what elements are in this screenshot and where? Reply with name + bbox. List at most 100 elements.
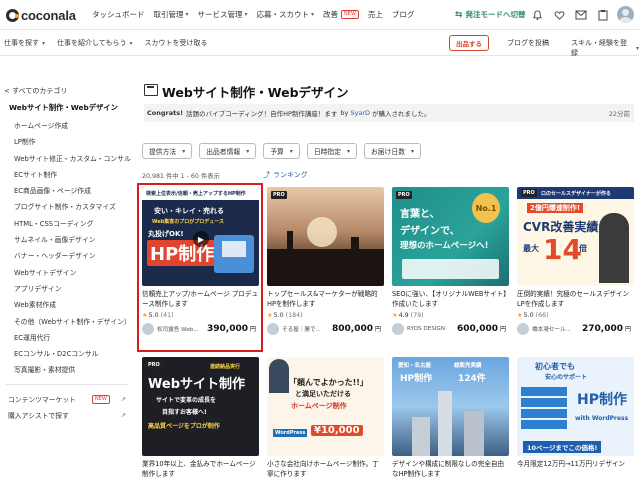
sidebar-subcategory-item[interactable]: HTML・CSSコーディング xyxy=(14,218,131,234)
sidebar-subcategory-item[interactable]: 写真撮影・素材提供 xyxy=(14,364,131,380)
switch-to-buyer-mode-button[interactable]: ⇆ 発注モードへ切替 xyxy=(455,9,526,20)
secondary-nav: 仕事を探す ▾ 仕事を紹介してもらう ▾ スカウトを受け取る 出品する ブログを投稿… xyxy=(0,30,639,58)
new-badge: NEW xyxy=(341,10,359,19)
service-title[interactable]: SEOに強い、【オリジナルWEBサイト】作成いたします xyxy=(392,290,509,309)
service-thumbnail[interactable]: 「頼んでよかった!!」 と満足いただける ホームページ制作 WordPress … xyxy=(267,357,384,456)
service-title[interactable]: 圧倒的実績！究極のセールスデザインLPを作成します xyxy=(517,290,634,309)
sidebar-subcategory-item[interactable]: LP制作 xyxy=(14,136,131,152)
service-title[interactable]: デザインや構成に制限なしの完全自由なHP制作します xyxy=(392,460,509,479)
rating-value: 5.0 xyxy=(273,312,284,319)
service-card[interactable]: PRO トップセールス&マーケターが戦略的HPを制作します ★ 5.0 (184) … xyxy=(267,187,384,336)
thumb-text: 倍 xyxy=(579,244,587,253)
notice-user-link[interactable]: SyarD xyxy=(350,109,370,117)
filter-dropdown[interactable]: お届け日数 ▾ xyxy=(364,143,422,159)
swap-icon: ⇆ xyxy=(455,9,463,20)
feature-tags xyxy=(521,387,567,433)
service-title[interactable]: 業界10年以上、金払みでホームページ制作します xyxy=(142,460,259,479)
thumb-text: 高品質ページをプロが制作 xyxy=(148,423,220,430)
sidebar-subcategory-item[interactable]: サムネイル・画像デザイン xyxy=(14,234,131,250)
thumb-text: 総販売実績 xyxy=(454,363,482,369)
seller-name[interactable]: RYOS DESIGN xyxy=(407,326,453,332)
purchase-assist-link[interactable]: 購入アシストで探す ↗ xyxy=(8,410,126,421)
service-title[interactable]: 今月限定12万円→11万円リデザイン xyxy=(517,460,634,479)
logo[interactable]: coconala xyxy=(6,7,76,23)
sidebar-subcategory-item[interactable]: ECコンサル・D2Cコンサル xyxy=(14,348,131,364)
service-title[interactable]: 小さな会社向けホームページ制作。丁寧に作ります xyxy=(267,460,384,479)
service-thumbnail[interactable]: 愛知・名古屋 総販売実績 HP制作 124件 xyxy=(392,357,509,456)
sidebar-subcategory-item[interactable]: EC運用代行 xyxy=(14,332,131,348)
price-unit: 円 xyxy=(625,326,632,333)
service-thumbnail[interactable]: PRO xyxy=(267,187,384,286)
publish-button[interactable]: 出品する xyxy=(449,35,489,51)
service-title[interactable]: トップセールス&マーケターが戦略的HPを制作します xyxy=(267,290,384,309)
sidebar-subcategory-item[interactable]: Webサイト修正・カスタム・コンサル xyxy=(14,153,131,169)
service-card[interactable]: PRO 連続納品実行 Webサイト制作 サイトで変革の成長を 目指すお客様へ! … xyxy=(142,357,259,479)
filter-bar: 提供方法 ▾ 出品者情報 ▾ 予算 ▾ 日時指定 ▾ お届け日数 ▾ xyxy=(142,143,428,159)
sidebar-subcategory-item[interactable]: EC商品画像・ページ作成 xyxy=(14,185,131,201)
thumb-text: WordPress xyxy=(273,429,308,437)
service-thumbnail[interactable]: PRO ロのセールスデザイナーが作る 2億円爆速制作! CVR改善実績 最大 1… xyxy=(517,187,634,286)
price: 600,000 円 xyxy=(457,324,506,334)
post-blog-link[interactable]: ブログを投稿 xyxy=(507,38,549,48)
find-jobs-menu[interactable]: 仕事を探す ▾ xyxy=(4,38,45,48)
bell-icon[interactable] xyxy=(530,8,544,22)
menu-label: 仕事を紹介してもらう xyxy=(57,39,127,47)
sidebar-current-category[interactable]: Webサイト制作・Webデザイン xyxy=(9,103,118,113)
seller-avatar[interactable] xyxy=(517,323,529,335)
nav-transactions[interactable]: 取引管理 ▾ xyxy=(154,9,189,20)
nav-services[interactable]: サービス管理 ▾ xyxy=(198,9,248,20)
filter-dropdown[interactable]: 日時指定 ▾ xyxy=(306,143,358,159)
sidebar-subcategory-item[interactable]: Webサイトデザイン xyxy=(14,267,131,283)
top-header: coconala タッシュボード 取引管理 ▾ サービス管理 ▾ 応募・スカウト ▾ … xyxy=(0,0,639,30)
all-categories-link[interactable]: < すべてのカテゴリ xyxy=(4,86,67,96)
nav-improve[interactable]: 改善 NEW xyxy=(323,9,359,20)
chevron-down-icon: ▾ xyxy=(129,39,133,47)
sidebar-subcategory-item[interactable]: Web素材作成 xyxy=(14,299,131,315)
notice-text[interactable]: 話題のバイブコーディング！自作HP制作講座！ます xyxy=(186,108,337,118)
seller-avatar[interactable] xyxy=(267,323,279,335)
sidebar-subcategory-item[interactable]: ホームページ作成 xyxy=(14,120,131,136)
sidebar-subcategory-item[interactable]: アプリデザイン xyxy=(14,283,131,299)
nav-dashboard[interactable]: タッシュボード xyxy=(92,9,145,20)
price-unit: 円 xyxy=(375,326,382,333)
nav-label: タッシュボード xyxy=(92,10,145,19)
nav-blog[interactable]: ブログ xyxy=(392,9,415,20)
register-skills-menu[interactable]: スキル・経験を登録 ▾ xyxy=(571,38,639,58)
service-thumbnail[interactable]: 初心者でも 安心のサポート HP制作 with WordPress 10ページま… xyxy=(517,357,634,456)
star-icon: ★ xyxy=(517,312,523,319)
service-thumbnail[interactable]: PRO 連続納品実行 Webサイト制作 サイトで変革の成長を 目指すお客様へ! … xyxy=(142,357,259,456)
sidebar-subcategory-item[interactable]: バナー・ヘッダーデザイン xyxy=(14,250,131,266)
heart-icon[interactable] xyxy=(552,8,566,22)
sidebar-subcategory-item[interactable]: ブログサイト制作・カスタマイズ xyxy=(14,201,131,217)
nav-sales[interactable]: 売上 xyxy=(368,9,383,20)
service-card[interactable]: PRO 言葉と、 デザインで、 理想のホームページへ! No.1 SEOに強い、… xyxy=(392,187,509,336)
nav-applications[interactable]: 応募・スカウト ▾ xyxy=(257,9,315,20)
service-card[interactable]: 初心者でも 安心のサポート HP制作 with WordPress 10ページま… xyxy=(517,357,634,479)
service-thumbnail[interactable]: PRO 言葉と、 デザインで、 理想のホームページへ! No.1 xyxy=(392,187,509,286)
purchase-assist-label: 購入アシストで探す xyxy=(8,412,69,420)
avatar[interactable] xyxy=(617,6,634,23)
get-referred-menu[interactable]: 仕事を紹介してもらう ▾ xyxy=(57,38,132,48)
filter-dropdown[interactable]: 提供方法 ▾ xyxy=(142,143,193,159)
service-card[interactable]: PRO ロのセールスデザイナーが作る 2億円爆速制作! CVR改善実績 最大 1… xyxy=(517,187,634,336)
seller-name[interactable]: 橋本凝セール... xyxy=(532,325,578,333)
review-count: (184) xyxy=(285,312,303,319)
sidebar-subcategory-item[interactable]: その他（Webサイト制作・デザイン） xyxy=(14,316,131,332)
price: 270,000 円 xyxy=(582,324,631,334)
notice-time: 22分前 xyxy=(608,110,630,118)
content-market-link[interactable]: コンテンツマーケット NEW ↗ xyxy=(8,394,126,404)
clipboard-icon[interactable] xyxy=(596,8,610,22)
receive-scouts-link[interactable]: スカウトを受け取る xyxy=(144,38,207,48)
notice-by: by xyxy=(340,109,349,117)
filter-label: 出品者情報 xyxy=(206,148,241,156)
seller-avatar[interactable] xyxy=(392,323,404,335)
mail-icon[interactable] xyxy=(574,8,588,22)
sidebar-subcategory-item[interactable]: ECサイト制作 xyxy=(14,169,131,185)
filter-dropdown[interactable]: 出品者情報 ▾ xyxy=(199,143,257,159)
filter-label: 提供方法 xyxy=(149,148,177,156)
seller-name[interactable]: そる屋｜勝で... xyxy=(282,325,328,333)
ranking-link[interactable]: ⤴ ランキング xyxy=(263,170,308,180)
service-card[interactable]: 「頼んでよかった!!」 と満足いただける ホームページ制作 WordPress … xyxy=(267,357,384,479)
filter-dropdown[interactable]: 予算 ▾ xyxy=(263,143,300,159)
service-card[interactable]: 愛知・名古屋 総販売実績 HP制作 124件 デザインや構成に制限なしの完全自由… xyxy=(392,357,509,479)
